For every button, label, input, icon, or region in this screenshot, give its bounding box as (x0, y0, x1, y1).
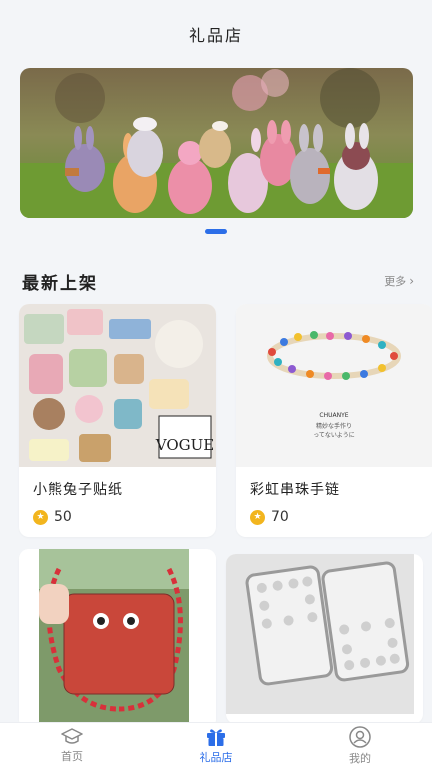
graduation-cap-icon (61, 727, 83, 744)
product-name: 彩虹串珠手链 (250, 482, 340, 498)
vogue-text: VOGUE (155, 436, 214, 454)
page-title: 礼品店 (188, 26, 243, 45)
section-header: 最新上架 更多 › (22, 266, 414, 296)
carousel-indicator (0, 229, 432, 235)
tab-label: 礼品店 (199, 750, 233, 764)
banner-image (20, 68, 413, 218)
chevron-right-icon: › (409, 274, 414, 288)
product-image-bracelet: CHUANYE 精妙な手作り ってないように (236, 304, 432, 467)
gift-icon (207, 728, 225, 746)
tab-label: 首页 (61, 749, 83, 763)
more-link[interactable]: 更多 › (384, 273, 414, 289)
bracelet-line2: ってないように (313, 432, 355, 439)
tab-profile[interactable]: 我的 (310, 725, 410, 766)
product-card[interactable]: CHUANYE 精妙な手作り ってないように 彩虹串珠手链 70 (236, 304, 432, 537)
user-icon (349, 725, 371, 748)
bottom-tab-bar: 首页 礼品店 我的 (0, 722, 432, 768)
tab-gift-shop[interactable]: 礼品店 (166, 727, 266, 765)
section-title: 最新上架 (22, 273, 98, 294)
tab-home[interactable]: 首页 (22, 727, 122, 764)
product-image-bag (19, 549, 216, 729)
coin-icon (33, 509, 48, 525)
product-image-stickers: VOGUE (19, 304, 216, 467)
more-label: 更多 (384, 275, 407, 288)
tab-label: 我的 (349, 751, 371, 765)
product-points: 70 (271, 509, 289, 525)
bracelet-brand: CHUANYE (319, 412, 348, 419)
bracelet-line1: 精妙な手作り (316, 422, 352, 430)
product-points: 50 (54, 509, 72, 525)
product-card[interactable]: VOGUE 小熊兔子贴纸 50 (19, 304, 216, 537)
banner-carousel[interactable] (20, 68, 413, 218)
product-card[interactable] (226, 554, 423, 724)
app-header: 礼品店 (0, 0, 432, 62)
product-name: 小熊兔子贴纸 (33, 482, 123, 498)
coin-icon (250, 509, 265, 525)
product-card[interactable] (19, 549, 216, 729)
carousel-dot-active (205, 229, 227, 234)
product-image-chess (226, 554, 414, 714)
